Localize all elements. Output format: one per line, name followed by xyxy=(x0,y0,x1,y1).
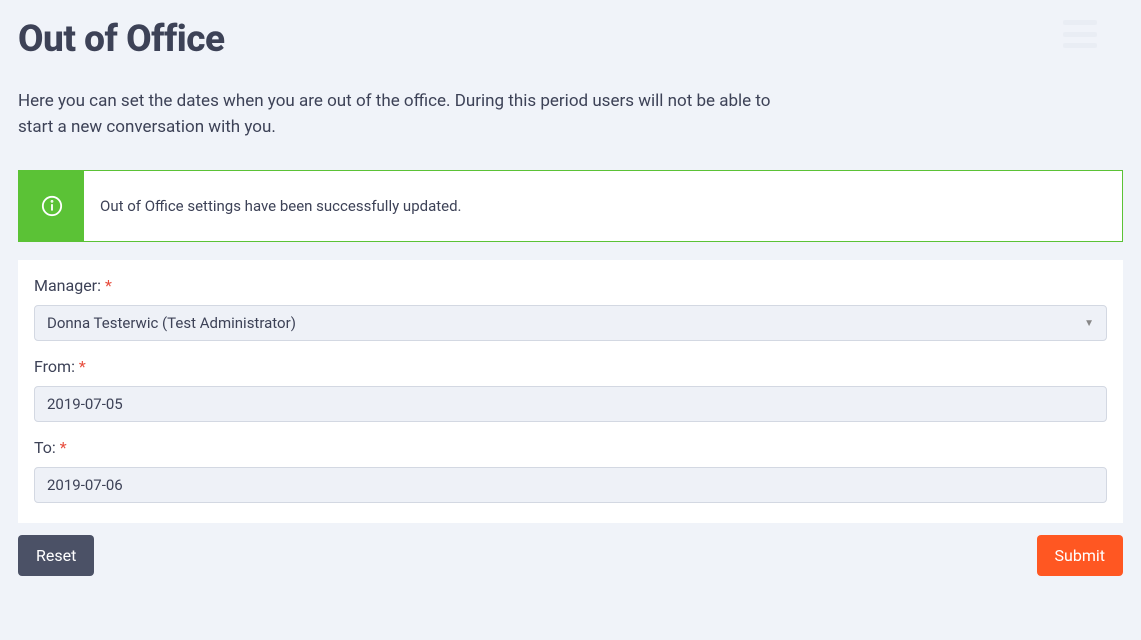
manager-select[interactable]: Donna Testerwic (Test Administrator) ▼ xyxy=(34,305,1107,341)
to-date-input[interactable] xyxy=(34,467,1107,503)
manager-select-value: Donna Testerwic (Test Administrator) xyxy=(47,314,296,332)
manager-label: Manager: * xyxy=(34,276,1107,295)
from-date-input[interactable] xyxy=(34,386,1107,422)
form-card: Manager: * Donna Testerwic (Test Adminis… xyxy=(18,260,1123,523)
submit-button[interactable]: Submit xyxy=(1037,535,1123,576)
alert-message: Out of Office settings have been success… xyxy=(84,171,478,241)
page-description: Here you can set the dates when you are … xyxy=(18,89,778,140)
from-label: From: * xyxy=(34,357,1107,376)
success-alert: Out of Office settings have been success… xyxy=(18,170,1123,242)
page-title: Out of Office xyxy=(18,18,1123,61)
to-label: To: * xyxy=(34,438,1107,457)
info-icon xyxy=(19,171,84,241)
button-row: Reset Submit xyxy=(18,523,1123,576)
chevron-down-icon: ▼ xyxy=(1084,318,1094,329)
hamburger-menu[interactable] xyxy=(1063,20,1097,48)
reset-button[interactable]: Reset xyxy=(18,535,94,576)
